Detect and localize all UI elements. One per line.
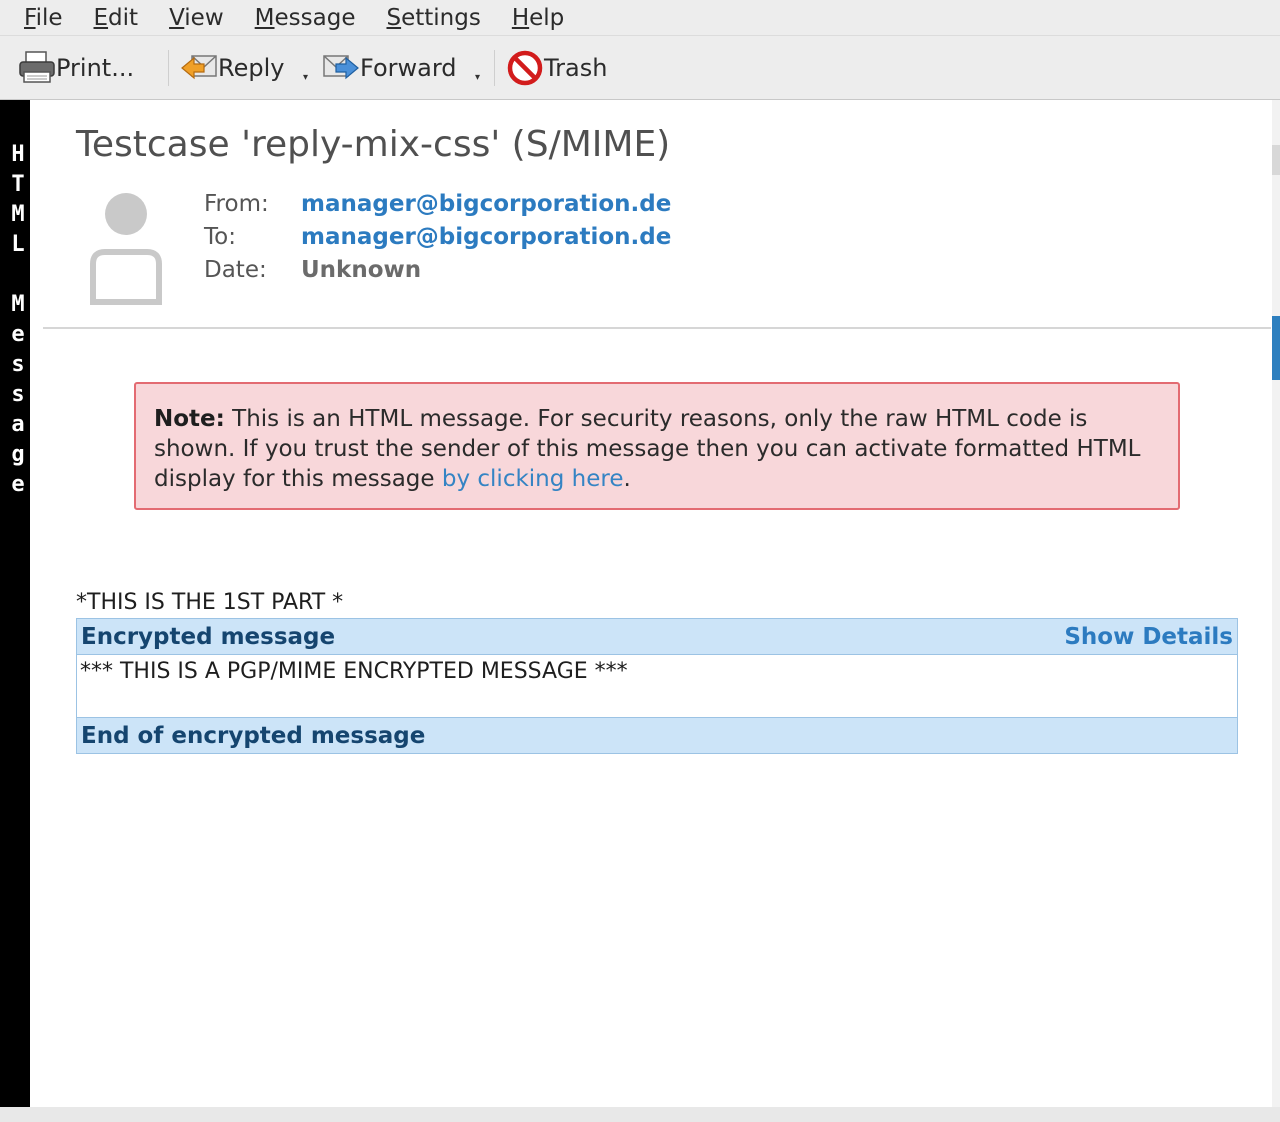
- html-security-note: Note: This is an HTML message. For secur…: [134, 382, 1180, 510]
- forward-dropdown-arrow-icon[interactable]: ▾: [475, 72, 480, 83]
- printer-icon: [18, 50, 56, 86]
- encrypted-message-content: *** THIS IS A PGP/MIME ENCRYPTED MESSAGE…: [80, 659, 628, 684]
- menu-file-label: ile: [35, 4, 63, 31]
- reply-dropdown-arrow-icon[interactable]: ▾: [303, 72, 308, 83]
- menu-message[interactable]: Message: [255, 5, 356, 31]
- encrypted-message-header: Encrypted message Show Details: [77, 619, 1237, 655]
- menu-message-mnemonic: M: [254, 4, 275, 31]
- print-label: Print...: [56, 54, 135, 82]
- menu-help[interactable]: Help: [512, 5, 564, 31]
- to-address-link[interactable]: manager@bigcorporation.de: [301, 224, 671, 250]
- note-text: This is an HTML message. For security re…: [154, 406, 1141, 492]
- reply-label: Reply: [218, 54, 285, 82]
- to-label: To:: [204, 224, 236, 250]
- show-details-link[interactable]: Show Details: [1064, 619, 1233, 655]
- menu-file[interactable]: File: [24, 5, 63, 31]
- encrypted-message-title: Encrypted message: [81, 624, 336, 650]
- menu-settings[interactable]: Settings: [386, 5, 480, 31]
- forward-label: Forward: [360, 54, 457, 82]
- scrollbar[interactable]: [1272, 100, 1280, 1107]
- from-label: From:: [204, 191, 269, 217]
- forward-icon: [322, 50, 360, 86]
- toolbar-separator: [494, 50, 495, 86]
- status-strip: [0, 1107, 1280, 1122]
- scrollbar-marker: [1272, 145, 1280, 175]
- avatar-icon: [88, 190, 164, 306]
- menu-view-mnemonic: V: [169, 4, 185, 31]
- menu-help-label: elp: [529, 4, 565, 31]
- trash-label: Trash: [544, 54, 608, 82]
- encrypted-message-block: Encrypted message Show Details *** THIS …: [76, 618, 1238, 754]
- enable-html-link[interactable]: by clicking here: [442, 466, 624, 492]
- menubar: File Edit View Message Settings Help: [0, 0, 1280, 36]
- header-divider: [43, 327, 1271, 329]
- reply-button[interactable]: Reply: [180, 50, 284, 86]
- menu-edit[interactable]: Edit: [94, 5, 139, 31]
- date-value: Unknown: [301, 257, 422, 283]
- reply-icon: [180, 50, 218, 86]
- note-end: .: [623, 466, 631, 492]
- forward-button[interactable]: Forward: [322, 50, 457, 86]
- trash-button[interactable]: Trash: [506, 50, 607, 86]
- menu-settings-mnemonic: S: [386, 4, 402, 31]
- trash-icon: [506, 50, 544, 86]
- toolbar-separator: [168, 50, 169, 86]
- scrollbar-thumb[interactable]: [1272, 316, 1280, 380]
- menu-edit-mnemonic: E: [93, 4, 109, 31]
- from-address-link[interactable]: manager@bigcorporation.de: [301, 191, 671, 217]
- print-button[interactable]: Print...: [18, 50, 134, 86]
- menu-view[interactable]: View: [169, 5, 224, 31]
- encrypted-message-footer: End of encrypted message: [77, 717, 1237, 753]
- menu-message-label: essage: [274, 4, 356, 31]
- menu-edit-label: dit: [108, 4, 139, 31]
- menu-file-mnemonic: F: [24, 4, 36, 31]
- note-bold-label: Note:: [154, 406, 225, 432]
- message-subject: Testcase 'reply-mix-css' (S/MIME): [76, 124, 671, 165]
- menu-help-mnemonic: H: [511, 4, 530, 31]
- first-part-label: *THIS IS THE 1ST PART *: [76, 590, 344, 615]
- date-label: Date:: [204, 257, 267, 283]
- menu-settings-label: ettings: [401, 4, 481, 31]
- menu-view-label: iew: [184, 4, 224, 31]
